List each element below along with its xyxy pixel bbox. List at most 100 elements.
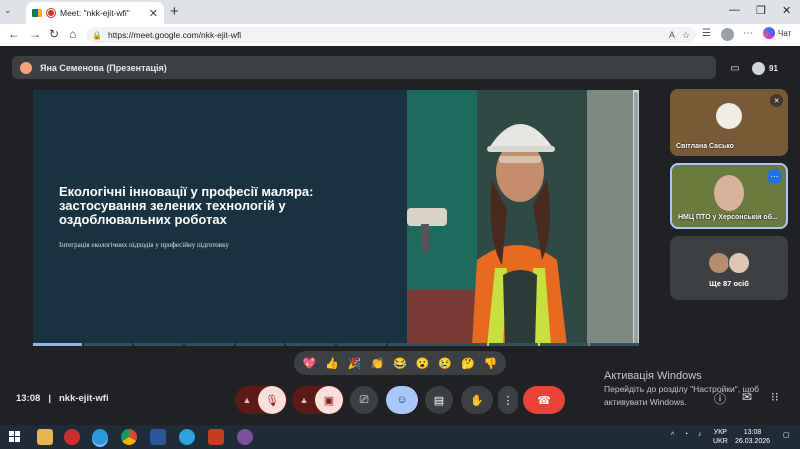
tab-list-chevron-icon[interactable]: ⌄ bbox=[4, 5, 12, 16]
activation-line2: активувати Windows. bbox=[604, 397, 687, 407]
slide-scrollbar[interactable] bbox=[633, 90, 639, 346]
camera-off-button-icon[interactable]: ▣ bbox=[315, 386, 343, 414]
reaction-clap[interactable]: 👏 bbox=[370, 357, 384, 370]
people-button[interactable]: 91 bbox=[752, 58, 778, 78]
progress-segment bbox=[235, 343, 285, 346]
microphone-control[interactable]: ▲ 🎙 bbox=[235, 386, 287, 414]
window-close-button[interactable]: ✕ bbox=[782, 4, 791, 17]
edge-icon[interactable] bbox=[92, 429, 108, 445]
more-participants-tile[interactable]: Ще 87 осіб bbox=[670, 236, 788, 300]
reaction-heart[interactable]: 💖 bbox=[302, 357, 316, 370]
reaction-laugh[interactable]: 😂 bbox=[393, 357, 407, 370]
progress-segment bbox=[539, 343, 589, 346]
network-icon[interactable]: ◔ bbox=[684, 431, 688, 438]
tab-title: Meet: "nkk-ejit-wfi" bbox=[60, 8, 130, 18]
slide-scrollbar-thumb[interactable] bbox=[634, 92, 638, 344]
clock[interactable]: 13:08 26.03.2026 bbox=[735, 428, 770, 446]
progress-segment bbox=[438, 343, 488, 346]
tray-expand-icon[interactable]: ^ bbox=[671, 432, 674, 439]
close-tab-icon[interactable]: ✕ bbox=[149, 7, 158, 20]
activation-title: Активація Windows bbox=[604, 370, 702, 382]
file-explorer-icon[interactable] bbox=[37, 429, 53, 445]
forward-button[interactable]: → bbox=[29, 27, 41, 41]
present-screen-button[interactable]: ⎚ bbox=[350, 386, 378, 414]
video-settings-chevron-icon[interactable]: ▲ bbox=[293, 395, 315, 405]
progress-segment bbox=[134, 343, 184, 346]
more-options-icon[interactable]: ⋯ bbox=[767, 169, 782, 184]
reaction-party[interactable]: 🎉 bbox=[348, 357, 362, 370]
progress-segment bbox=[489, 343, 538, 346]
keyboard-layout: UKR bbox=[713, 438, 728, 445]
presentation-slide: Екологічні інновації у професії маляра: … bbox=[33, 90, 639, 346]
captions-icon: ▤ bbox=[433, 394, 445, 407]
layout-button[interactable]: ▭ bbox=[724, 58, 746, 78]
captions-button[interactable]: ▤ bbox=[425, 386, 453, 414]
leave-call-button[interactable]: ☎ bbox=[523, 386, 565, 414]
participant-name: НМЦ ПТО у Херсонській об... bbox=[678, 214, 778, 221]
maximize-button[interactable]: ❐ bbox=[756, 4, 766, 17]
meet-area: Яна Семенова (Презентація) ▭ 91 Екологіч… bbox=[0, 46, 800, 425]
reaction-thinking[interactable]: 🤔 bbox=[461, 357, 475, 370]
reactions-button[interactable]: ☺ bbox=[386, 386, 418, 414]
reaction-thumbs-down[interactable]: 👎 bbox=[484, 357, 498, 370]
slide-subtitle: Інтеграція екологічних підходів у профес… bbox=[59, 241, 229, 249]
copilot-label: Чат bbox=[778, 28, 792, 38]
mic-off-icon: ✕ bbox=[770, 94, 783, 107]
emoji-icon: ☺ bbox=[396, 394, 408, 406]
progress-segment bbox=[387, 343, 437, 346]
clock-time: 13:08 bbox=[743, 429, 762, 436]
language-code: УКР bbox=[713, 429, 727, 436]
participant-avatar bbox=[716, 103, 742, 129]
raise-hand-button[interactable]: ✋ bbox=[461, 386, 493, 414]
participant-tile-active[interactable]: ⋯ НМЦ ПТО у Херсонській об... bbox=[670, 163, 788, 229]
volume-icon[interactable]: ♪ bbox=[698, 431, 702, 438]
people-icon bbox=[752, 61, 765, 75]
more-options-button[interactable]: ⋮ bbox=[498, 386, 518, 414]
word-icon[interactable] bbox=[150, 429, 166, 445]
camera-control[interactable]: ▲ ▣ bbox=[292, 386, 344, 414]
participant-tile[interactable]: ✕ Світлана Сасько bbox=[670, 89, 788, 156]
notifications-icon[interactable]: ▢ bbox=[783, 431, 790, 439]
powerpoint-icon[interactable] bbox=[208, 429, 224, 445]
opera-icon[interactable] bbox=[64, 429, 80, 445]
meeting-time: 13:08 bbox=[16, 393, 41, 404]
chrome-icon[interactable] bbox=[121, 429, 137, 445]
read-aloud-icon[interactable]: A bbox=[669, 30, 675, 41]
address-bar[interactable]: 🔒 https://meet.google.com/nkk-ejit-wfi A… bbox=[86, 27, 696, 43]
participant-video bbox=[714, 175, 744, 211]
slide-title: Екологічні інновації у професії маляра: … bbox=[59, 184, 314, 227]
new-tab-button[interactable]: + bbox=[170, 3, 179, 20]
copilot-button[interactable]: Чат bbox=[763, 27, 791, 39]
audio-settings-chevron-icon[interactable]: ▲ bbox=[236, 395, 258, 405]
meeting-code: nkk-ejit-wfi bbox=[58, 393, 109, 404]
participant-count: 91 bbox=[769, 63, 778, 73]
bookmark-icon[interactable]: ☆ bbox=[682, 30, 690, 41]
telegram-icon[interactable] bbox=[179, 429, 195, 445]
progress-segment bbox=[286, 343, 336, 346]
back-button[interactable]: ← bbox=[8, 27, 20, 41]
participant-avatar bbox=[728, 252, 750, 274]
profile-avatar[interactable] bbox=[721, 28, 734, 41]
site-info-icon[interactable]: 🔒 bbox=[92, 31, 102, 40]
activities-icon[interactable]: ⁝⁝ bbox=[771, 390, 779, 404]
meeting-info: 13:08 | nkk-ejit-wfi bbox=[16, 393, 109, 404]
windows-activation-watermark: Активація Windows Перейдіть до розділу "… bbox=[604, 370, 759, 408]
viber-icon[interactable] bbox=[237, 429, 253, 445]
progress-segment bbox=[185, 343, 234, 346]
more-menu-icon[interactable]: ⋯ bbox=[743, 28, 753, 39]
minimize-button[interactable]: — bbox=[729, 4, 740, 16]
presenter-label: Яна Семенова (Презентація) bbox=[40, 62, 167, 73]
reaction-surprised[interactable]: 😮 bbox=[416, 357, 430, 370]
browser-tab-meet[interactable]: Meet: "nkk-ejit-wfi" ✕ bbox=[26, 2, 164, 24]
mic-off-button-icon[interactable]: 🎙 bbox=[258, 386, 286, 414]
start-button-icon[interactable] bbox=[9, 431, 20, 442]
reload-button[interactable]: ↻ bbox=[49, 27, 59, 41]
reaction-sad[interactable]: 😢 bbox=[438, 357, 452, 370]
slide-progress bbox=[33, 343, 640, 346]
favorites-icon[interactable]: ☰ bbox=[702, 28, 711, 39]
home-button[interactable]: ⌂ bbox=[69, 27, 76, 41]
more-vert-icon: ⋮ bbox=[502, 394, 514, 407]
reaction-thumbs-up[interactable]: 👍 bbox=[325, 357, 339, 370]
presenter-avatar bbox=[20, 61, 32, 74]
language-indicator[interactable]: УКР UKR bbox=[713, 428, 728, 446]
